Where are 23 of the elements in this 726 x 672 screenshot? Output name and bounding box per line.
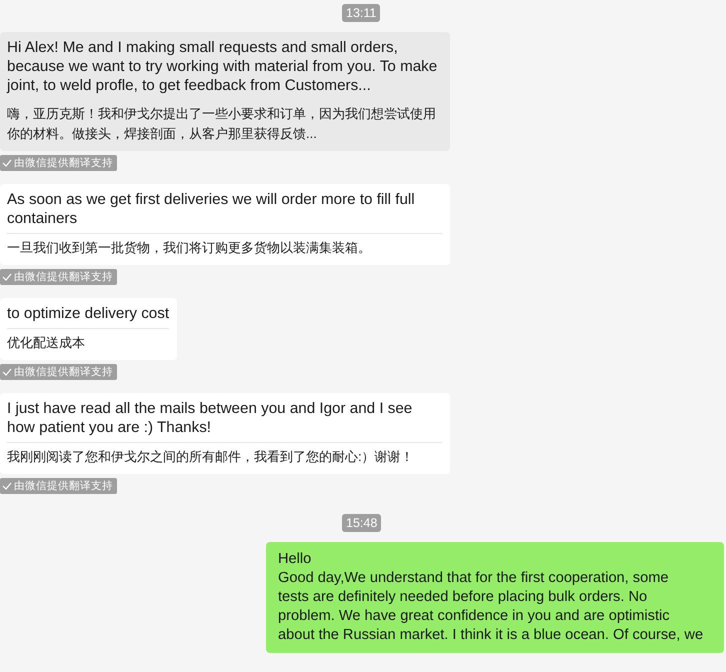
check-icon [2, 159, 12, 167]
message-text: about the Russian market. I think it is a blue ocean. Of course, we [278, 626, 704, 645]
timestamp: 13:11 [342, 4, 380, 22]
translation-text: 一旦我们收到第一批货物，我们将订购更多货物以装满集装箱。 [7, 233, 442, 258]
translation-text: 我刚刚阅读了您和伊戈尔之间的所有邮件，我看到了您的耐心:）谢谢！ [7, 442, 442, 467]
badge-text: 由微信提供翻译支持 [14, 270, 113, 284]
message-text: problem. We have great confidence in you and are optimistic [278, 607, 671, 626]
message-text: to optimize delivery cost [7, 304, 170, 323]
check-icon [2, 482, 12, 490]
badge-text: 由微信提供翻译支持 [14, 479, 113, 493]
translation-text: 优化配送成本 [7, 328, 170, 353]
message-text: tests are definitely needed before placing bulk orders. No [278, 588, 648, 607]
timestamp: 15:48 [342, 514, 382, 532]
message-text: As soon as we get first deliveries we will order more to fill full containers [7, 190, 416, 228]
translation-text: 嗨，亚历克斯！我和伊戈尔提出了一些小要求和订单，因为我们想尝试使用你的材料。做接头，焊接剖面，从客户那里获得反馈... [7, 105, 437, 143]
message-text: I just have read all the mails between you and Igor and I see how patient you are :) Thanks! [7, 399, 414, 437]
badge-text: 由微信提供翻译支持 [14, 365, 113, 379]
message-text: Good day,We understand that for the first cooperation, some [278, 569, 670, 588]
check-icon [2, 273, 12, 281]
check-icon [2, 368, 12, 376]
message-text: Hello [278, 550, 312, 569]
message-text: Hi Alex! Me and I making small requests and small orders, because we want to try working with material from you. To make joint, to weld profle, to get feedback from Customers... [7, 38, 438, 95]
badge-text: 由微信提供翻译支持 [14, 156, 113, 170]
